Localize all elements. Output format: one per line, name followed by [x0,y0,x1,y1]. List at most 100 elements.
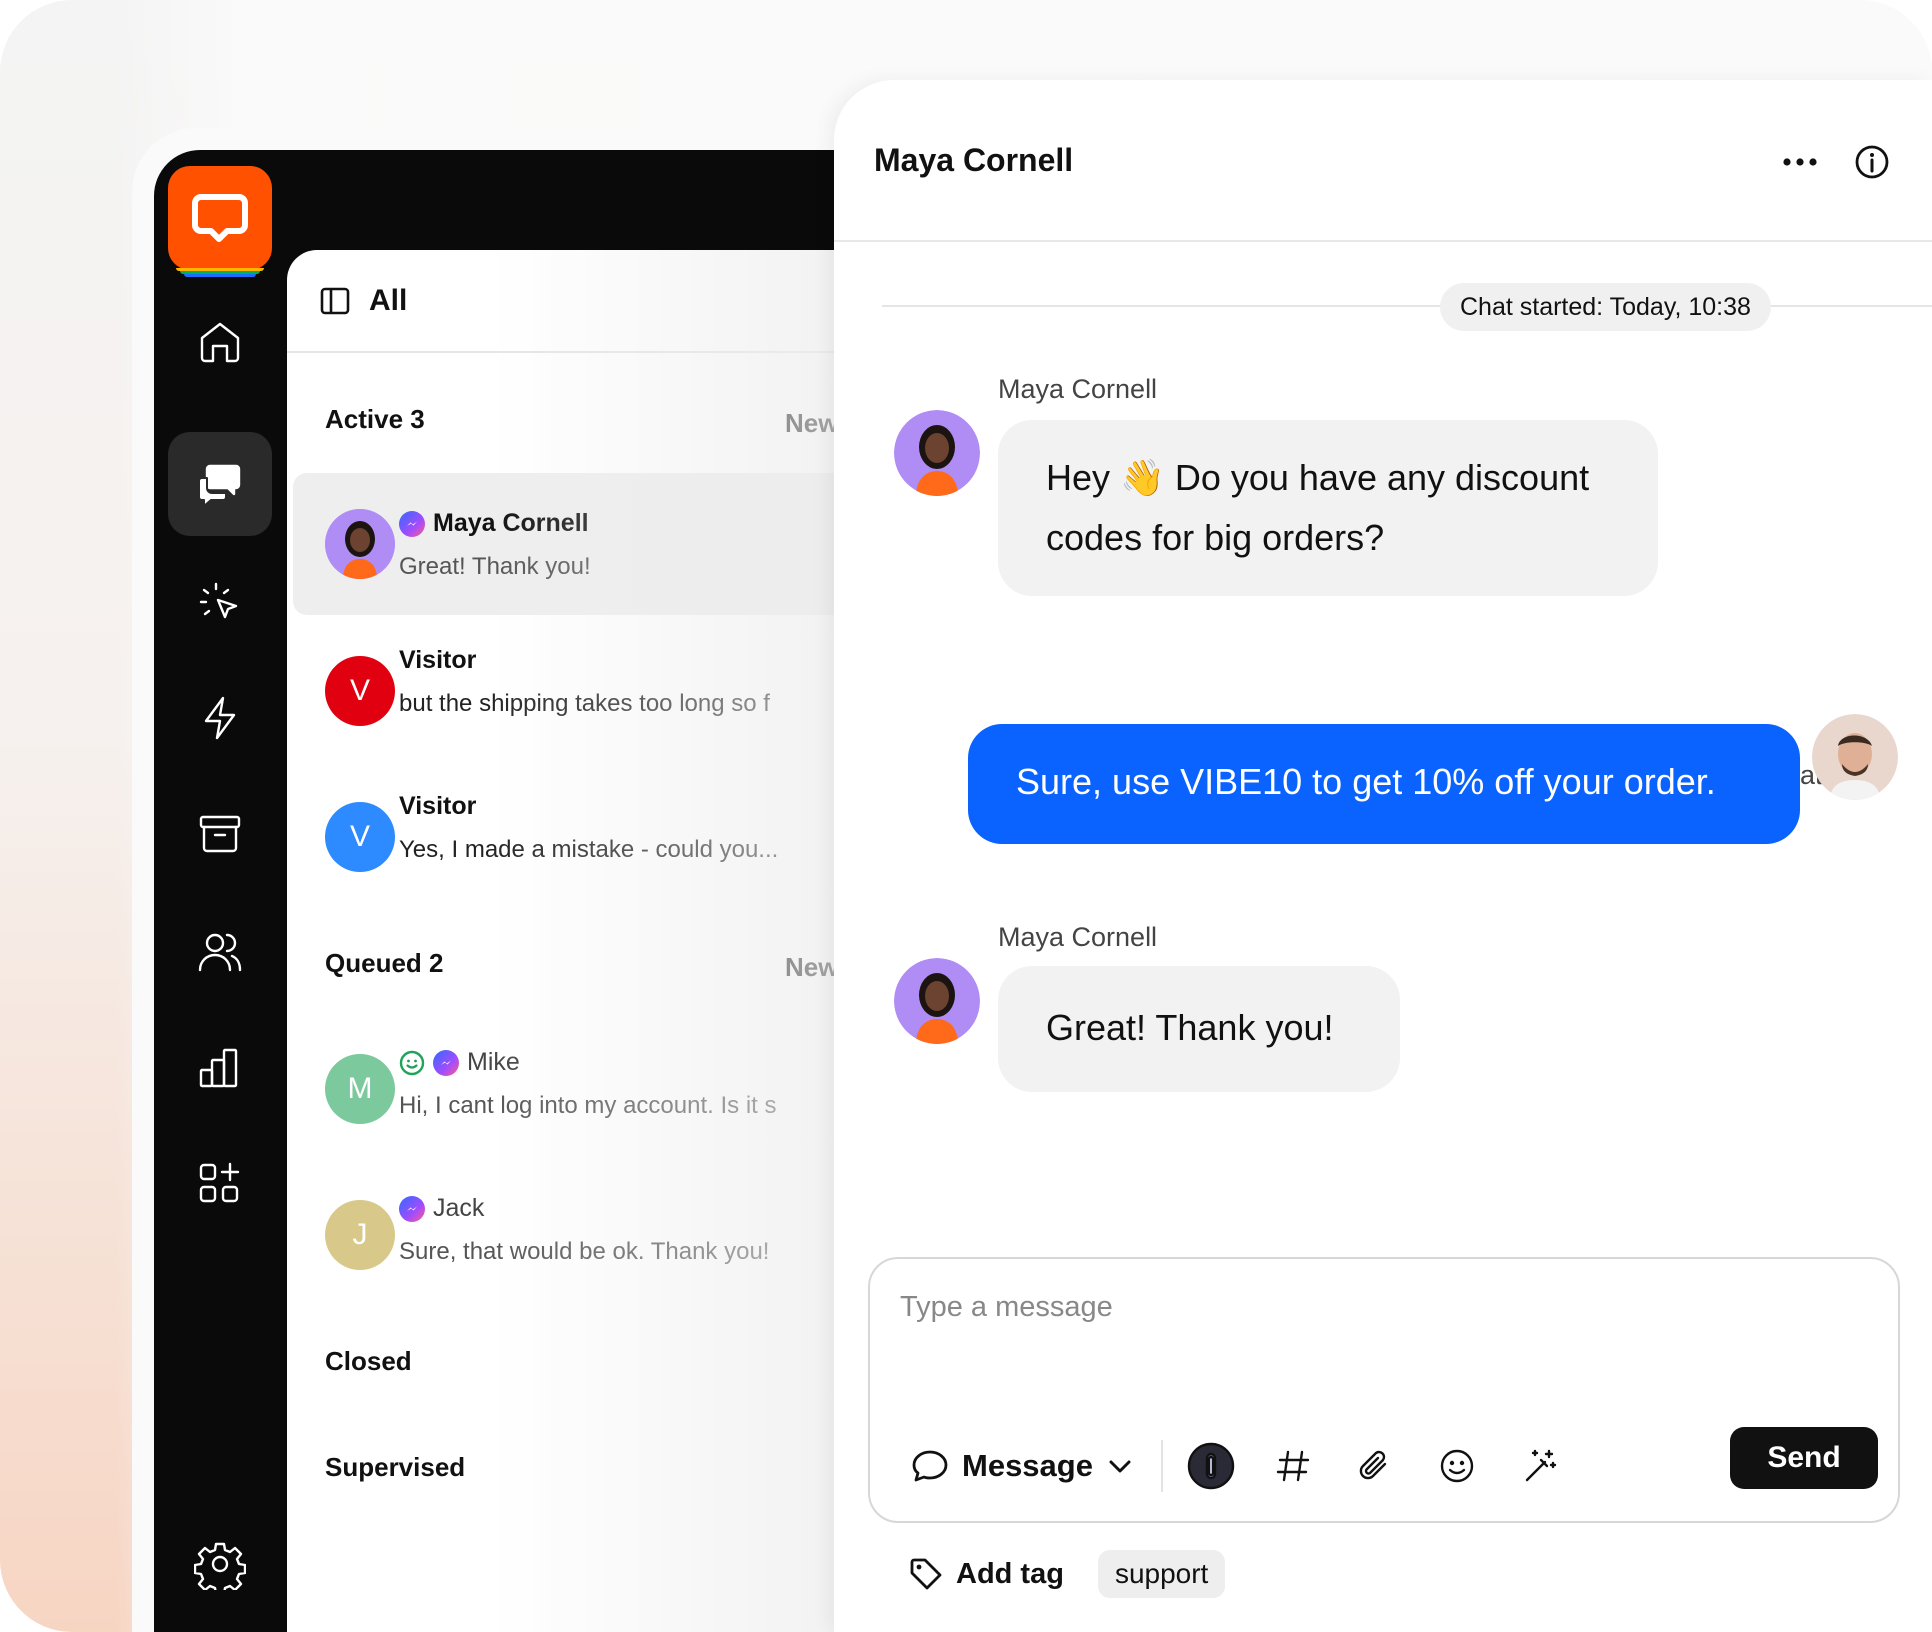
avatar: V [325,656,395,726]
chat-logo-icon [192,194,248,242]
message-text-line: Hey 👋 Do you have any discount [1046,457,1590,498]
chat-list-panel: All Active 3 New Maya Cornell Great! Tha… [287,250,847,1632]
add-tag-button[interactable]: Add tag [908,1556,1064,1592]
chat-name: Jack [399,1194,484,1223]
speech-bubble-icon [912,1450,948,1482]
info-icon [1855,145,1889,179]
chat-started-label: Chat started: Today, 10:38 [1440,283,1771,331]
avatar: M [325,1054,395,1124]
message-mode-dropdown[interactable]: Message [910,1446,1135,1486]
chat-preview: but the shipping takes too long so f [399,690,770,717]
gear-icon [194,1542,246,1590]
sender-label: Maya Cornell [998,922,1158,952]
tag-chip[interactable]: support [1097,1550,1226,1598]
magic-wand-icon [1525,1449,1557,1482]
message-composer: Message Send [868,1257,1900,1523]
filter-label[interactable]: All [369,284,407,318]
toolbar-divider [1160,1440,1163,1492]
chats-icon [198,464,241,507]
chat-name-text: Jack [433,1194,485,1222]
logo-stripes [172,268,268,280]
sidebar-item-chats[interactable] [168,432,272,536]
chat-list-header: All [287,250,847,353]
customer-avatar [894,410,980,496]
sidebar-item-engage[interactable] [168,550,272,654]
sidebar-item-settings[interactable] [168,1512,272,1616]
composer-toolbar: Message [910,1440,1595,1492]
emoji-button[interactable] [1431,1440,1483,1492]
emoji-icon [1440,1449,1474,1483]
chat-preview: Sure, that would be ok. Thank you! [399,1238,770,1265]
canned-response-button[interactable] [1267,1440,1319,1492]
chat-list-item[interactable]: V Visitor but the shipping takes too lon… [293,618,847,760]
chat-start-divider [882,305,1932,307]
users-icon [198,933,242,972]
ai-orb-icon [1187,1442,1235,1490]
queued-sort-new[interactable]: New [785,952,838,983]
conversation-panel: Maya Cornell Chat started: Today, 10:38 … [834,80,1932,1632]
bar-chart-icon [199,1048,238,1088]
sidebar-item-home[interactable] [168,290,272,394]
sidebar-item-customers[interactable] [168,900,272,1004]
sender-label: Maya Cornell [998,374,1158,404]
chat-list-item[interactable]: M Mike Hi, I cant log into my account. I… [293,1034,847,1176]
customer-message-bubble: Great! Thank you! [998,966,1400,1092]
active-sort-new[interactable]: New [785,408,838,439]
sidebar-item-reports[interactable] [168,1016,272,1120]
apps-icon [199,1162,240,1203]
tag-icon [910,1558,942,1590]
message-input[interactable] [900,1287,1800,1327]
hashtag-icon [1276,1450,1310,1482]
customer-avatar [894,958,980,1044]
info-button[interactable] [1852,142,1892,182]
ellipsis-icon [1783,158,1817,166]
chat-list-item[interactable]: Maya Cornell Great! Thank you! [293,473,847,615]
paperclip-icon [1359,1450,1387,1480]
message-text-line: codes for big orders? [1046,517,1385,558]
send-button[interactable]: Send [1730,1427,1878,1489]
ai-assistant-button[interactable] [1185,1440,1237,1492]
message-mode-label: Message [962,1448,1093,1483]
supervised-section-label[interactable]: Supervised [325,1452,465,1483]
chat-preview: Great! Thank you! [399,553,591,580]
archive-icon [199,815,241,853]
chat-name: Visitor [399,792,477,820]
sidebar-item-archive[interactable] [168,782,272,886]
chevron-down-icon [1109,1460,1131,1473]
conversation-header: Maya Cornell [834,80,1932,242]
chat-name-text: Mike [467,1048,520,1076]
avatar: V [325,802,395,872]
avatar [325,509,395,579]
attach-file-button[interactable] [1349,1440,1401,1492]
chat-name: Mike [399,1048,520,1077]
chat-list-item[interactable]: V Visitor Yes, I made a mistake - could … [293,764,847,906]
tag-row: Add tag support [908,1550,1226,1598]
chat-preview: Yes, I made a mistake - could you... [399,836,779,863]
smiley-status-icon [399,1050,425,1075]
more-options-button[interactable] [1780,142,1820,182]
queued-section-label: Queued 2 [325,948,444,978]
messenger-icon [399,510,425,537]
chat-list-item[interactable]: J Jack Sure, that would be ok. Thank you… [293,1180,847,1322]
sidebar-item-apps[interactable] [168,1132,272,1236]
add-tag-label: Add tag [956,1557,1064,1590]
engage-icon [199,582,238,619]
avatar: J [325,1200,395,1270]
sidebar-item-automation[interactable] [168,666,272,770]
chat-name: Maya Cornell [399,509,589,538]
chat-name: Visitor [399,646,477,674]
magic-rewrite-button[interactable] [1513,1440,1565,1492]
active-section-label: Active 3 [325,404,425,434]
list-fade-overlay [487,250,847,1632]
closed-section-label[interactable]: Closed [325,1346,412,1377]
customer-message-bubble: Hey 👋 Do you have any discount codes for… [998,420,1658,596]
messenger-icon [399,1195,425,1222]
sidebar-toggle-icon[interactable] [319,285,351,317]
lightning-icon [204,696,236,740]
app-logo[interactable] [168,166,272,270]
agent-message-bubble: Sure, use VIBE10 to get 10% off your ord… [968,724,1800,844]
messenger-icon [433,1049,459,1076]
chat-preview: Hi, I cant log into my account. Is it s [399,1092,777,1119]
conversation-title: Maya Cornell [874,142,1074,178]
home-icon [200,322,240,363]
